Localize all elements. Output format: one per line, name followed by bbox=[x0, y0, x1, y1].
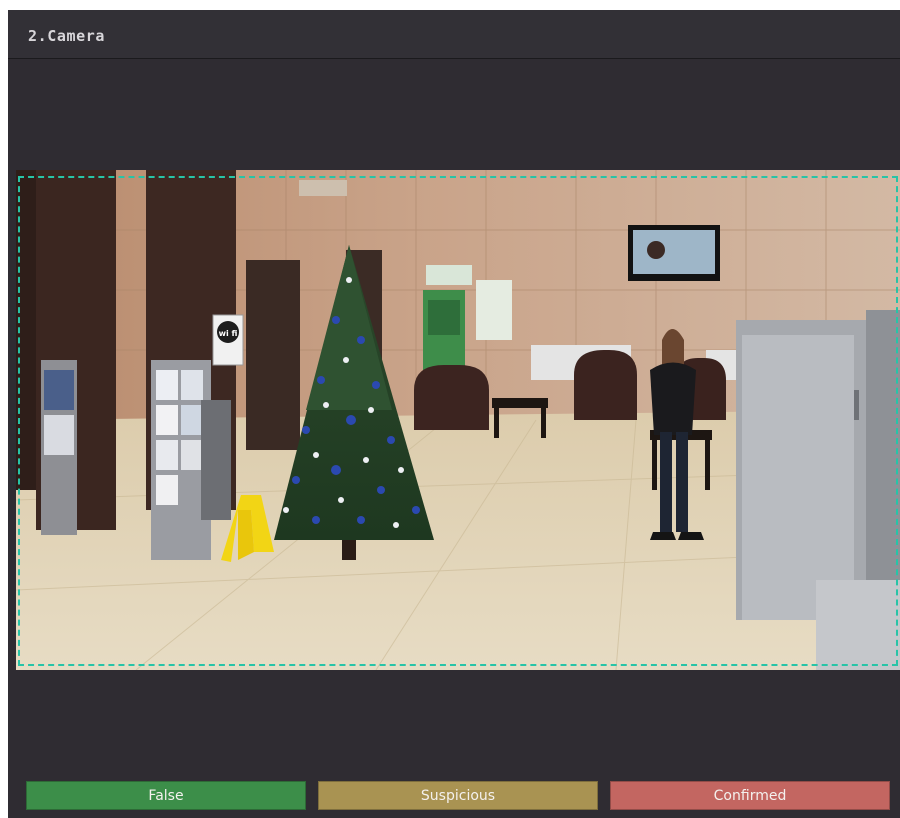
camera-titlebar: 2.Camera bbox=[8, 10, 900, 59]
camera-panel: 2.Camera wi fi False Suspicious Confirme… bbox=[8, 10, 900, 818]
suspicious-button[interactable]: Suspicious bbox=[318, 781, 598, 810]
motion-detection-box bbox=[18, 176, 898, 666]
confirmed-button[interactable]: Confirmed bbox=[610, 781, 890, 810]
false-alarm-button[interactable]: False bbox=[26, 781, 306, 810]
camera-title: 2.Camera bbox=[28, 27, 106, 45]
